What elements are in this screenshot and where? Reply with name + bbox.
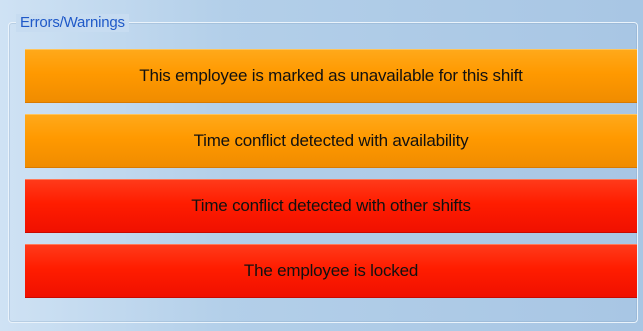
groupbox-title: Errors/Warnings (16, 14, 129, 32)
warning-unavailable-message: This employee is marked as unavailable f… (25, 49, 637, 103)
error-shift-conflict-message: Time conflict detected with other shifts (25, 179, 637, 233)
error-employee-locked-message: The employee is locked (25, 244, 637, 298)
warning-availability-conflict-message: Time conflict detected with availability (25, 114, 637, 168)
